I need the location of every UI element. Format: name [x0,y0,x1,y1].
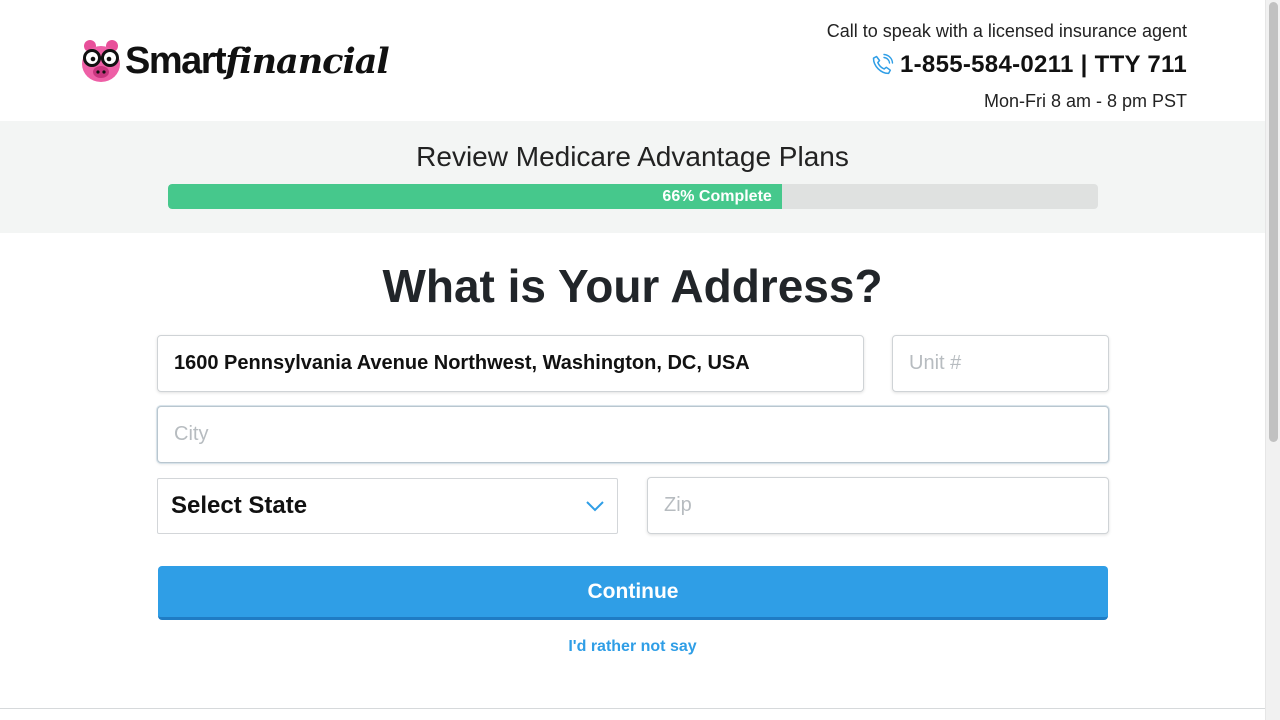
address-input[interactable] [158,336,863,391]
logo-wordmark: Smart financial [125,37,390,86]
contact-hours: Mon-Fri 8 am - 8 pm PST [983,91,1187,111]
progress-title: Review Medicare Advantage Plans [416,141,849,172]
phone-number[interactable]: 1-855-584-0211 | TTY 711 [900,51,1187,79]
scrollbar[interactable] [1265,0,1280,720]
continue-button[interactable]: Continue [158,566,1108,620]
unit-input[interactable] [893,336,1108,391]
chevron-down-icon [586,501,604,512]
smartfinancial-logo[interactable]: Smart financial [79,37,390,86]
pig-logo-icon [82,40,120,82]
progress-label: 66% Complete [662,188,772,205]
state-select-value: Select State [171,492,308,519]
address-field[interactable] [157,335,864,392]
state-select[interactable]: Select State [157,478,618,534]
site-header: Smart financial Call to speak with a lice… [0,0,1265,121]
phone-icon [872,53,894,75]
contact-block: Call to speak with a licensed insurance … [827,20,1187,112]
phone-row[interactable]: 1-855-584-0211 | TTY 711 [827,50,1187,80]
zip-input[interactable] [648,478,1108,533]
logo-smart-text: Smart [125,39,227,82]
scrollbar-thumb[interactable] [1269,2,1278,442]
city-input[interactable] [158,407,1108,462]
zip-field[interactable] [647,477,1109,534]
progress-bar: 66% Complete [168,184,1098,209]
unit-field[interactable] [892,335,1109,392]
logo-financial-text: financial [225,40,390,82]
divider [0,708,1265,709]
contact-tagline: Call to speak with a licensed insurance … [826,21,1187,41]
city-field[interactable] [157,406,1109,463]
progress-section: Review Medicare Advantage Plans 66% Comp… [0,121,1265,233]
skip-link[interactable]: I'd rather not say [0,637,1265,657]
page-title: What is Your Address? [382,260,883,312]
progress-fill: 66% Complete [168,184,782,209]
page: Smart financial Call to speak with a lice… [0,0,1265,720]
